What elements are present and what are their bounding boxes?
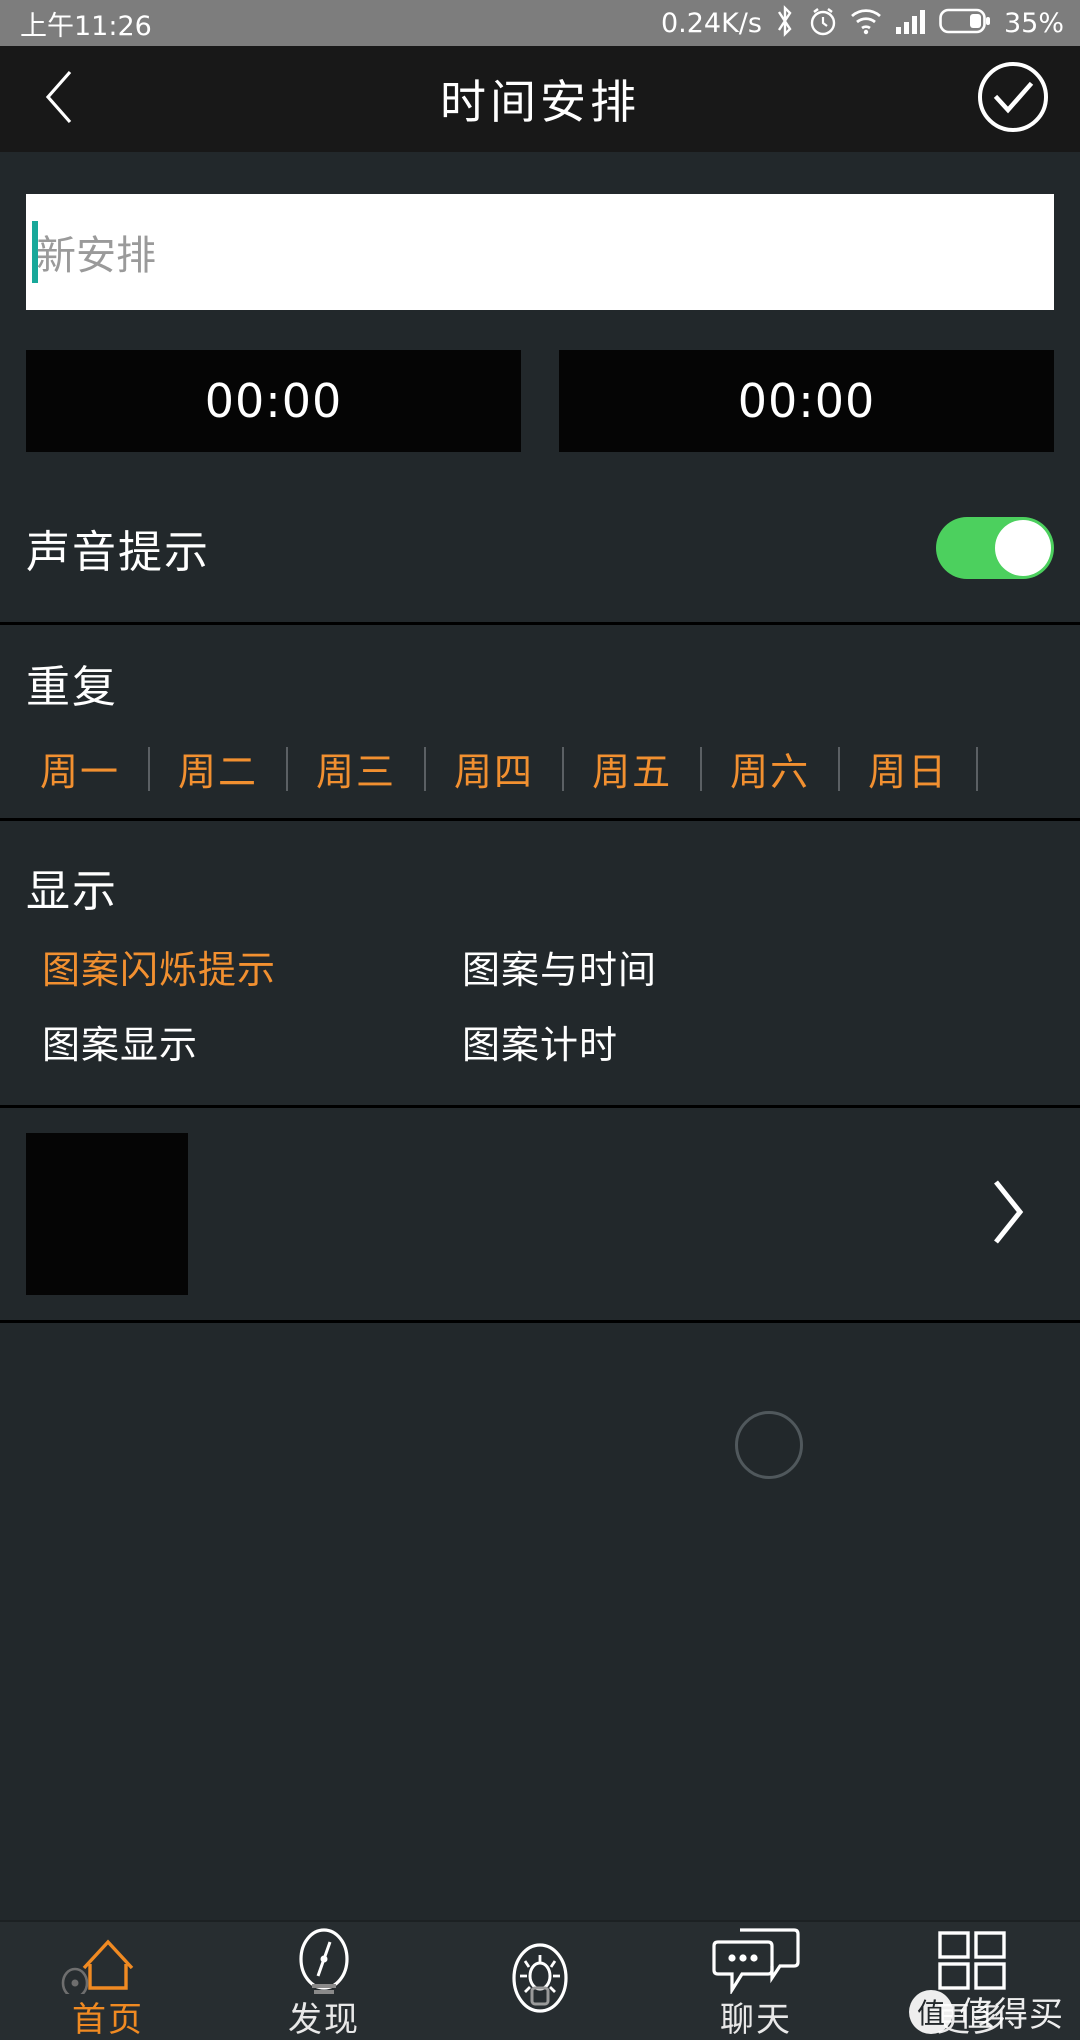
- chevron-left-icon: [42, 68, 78, 130]
- weekday-separator: [976, 746, 979, 791]
- weekday-sunday[interactable]: 周日: [840, 741, 976, 796]
- weekday-monday[interactable]: 周一: [26, 741, 148, 796]
- display-option-pattern-and-time[interactable]: 图案与时间: [446, 933, 1054, 1000]
- status-bar-icons: 0.24K/s 35%: [661, 5, 1064, 41]
- back-button[interactable]: [0, 46, 120, 152]
- toggle-knob: [995, 520, 1051, 576]
- empty-content-area: [0, 1323, 1080, 1920]
- home-icon: [60, 1928, 156, 1994]
- weekday-thursday[interactable]: 周四: [426, 741, 562, 796]
- bluetooth-icon: [773, 5, 797, 41]
- cellular-signal-icon: [894, 6, 928, 40]
- end-time-field[interactable]: 00:00: [559, 350, 1054, 452]
- display-options-grid: 图案闪烁提示 图案与时间 图案显示 图案计时: [26, 933, 1054, 1075]
- weekday-wednesday[interactable]: 周三: [288, 741, 424, 796]
- chat-icon: [710, 1928, 802, 1994]
- repeat-section: 重复 周一 周二 周三 周四 周五 周六 周日: [0, 625, 1080, 818]
- display-option-pattern-show[interactable]: 图案显示: [26, 1008, 446, 1075]
- bulb-icon: [490, 1928, 590, 2028]
- page-title: 时间安排: [440, 75, 640, 129]
- app-screen: 上午11:26 0.24K/s 35% 时间安排 新安排 00:00 00:00…: [0, 0, 1080, 2040]
- nav-label-chat: 聊天: [720, 2000, 792, 2040]
- weekday-saturday[interactable]: 周六: [702, 741, 838, 796]
- bottom-navigation-bar: 首页 发现 聊天 更多 值 值得买: [0, 1920, 1080, 2040]
- repeat-section-title: 重复: [26, 662, 118, 713]
- weekday-tuesday[interactable]: 周二: [150, 741, 286, 796]
- time-range-row: 00:00 00:00: [0, 310, 1080, 452]
- nav-item-discover[interactable]: 发现: [216, 1922, 432, 2040]
- status-bar-clock: 上午11:26: [20, 10, 152, 42]
- nav-item-chat[interactable]: 聊天: [648, 1922, 864, 2040]
- display-section-title: 显示: [26, 866, 118, 917]
- nav-label-discover: 发现: [288, 2000, 360, 2040]
- display-option-pattern-flash[interactable]: 图案闪烁提示: [26, 933, 446, 1000]
- compass-icon: [284, 1928, 364, 1994]
- network-speed-text: 0.24K/s: [660, 7, 762, 39]
- nav-label-more: 更多: [936, 2000, 1008, 2040]
- battery-icon: [939, 7, 991, 39]
- nav-item-home[interactable]: 首页: [0, 1922, 216, 2040]
- weekday-selector: 周一 周二 周三 周四 周五 周六 周日: [26, 741, 1054, 796]
- battery-percent-text: 35%: [1003, 7, 1064, 39]
- nav-item-more[interactable]: 更多: [864, 1922, 1080, 2040]
- wifi-icon: [849, 6, 883, 40]
- schedule-name-input[interactable]: 新安排: [26, 194, 1054, 310]
- alarm-icon: [808, 5, 838, 41]
- confirm-button[interactable]: [976, 62, 1050, 136]
- weekday-friday[interactable]: 周五: [564, 741, 700, 796]
- grid-icon: [934, 1928, 1010, 1994]
- sound-alert-label: 声音提示: [26, 527, 210, 578]
- ghost-circle-icon: [735, 1411, 803, 1479]
- display-section: 显示 图案闪烁提示 图案与时间 图案显示 图案计时: [0, 821, 1080, 1105]
- check-circle-icon: [976, 60, 1050, 138]
- chevron-right-icon[interactable]: [986, 1176, 1030, 1252]
- schedule-name-wrapper: 新安排: [0, 152, 1080, 310]
- display-option-pattern-timer[interactable]: 图案计时: [446, 1008, 1054, 1075]
- start-time-field[interactable]: 00:00: [26, 350, 521, 452]
- sound-alert-toggle[interactable]: [936, 517, 1054, 579]
- settings-body: 新安排 00:00 00:00 声音提示 重复 周一 周二 周三 周四 周五 周…: [0, 152, 1080, 1920]
- status-bar: 上午11:26 0.24K/s 35%: [0, 0, 1080, 46]
- pattern-preview-row[interactable]: [0, 1108, 1080, 1320]
- nav-label-home: 首页: [72, 2000, 144, 2040]
- black-pattern-thumbnail[interactable]: [26, 1133, 188, 1295]
- nav-item-bulb[interactable]: [432, 1922, 648, 2026]
- app-header: 时间安排: [0, 46, 1080, 152]
- schedule-name-placeholder: 新安排: [36, 233, 156, 279]
- sound-alert-row[interactable]: 声音提示: [0, 474, 1080, 622]
